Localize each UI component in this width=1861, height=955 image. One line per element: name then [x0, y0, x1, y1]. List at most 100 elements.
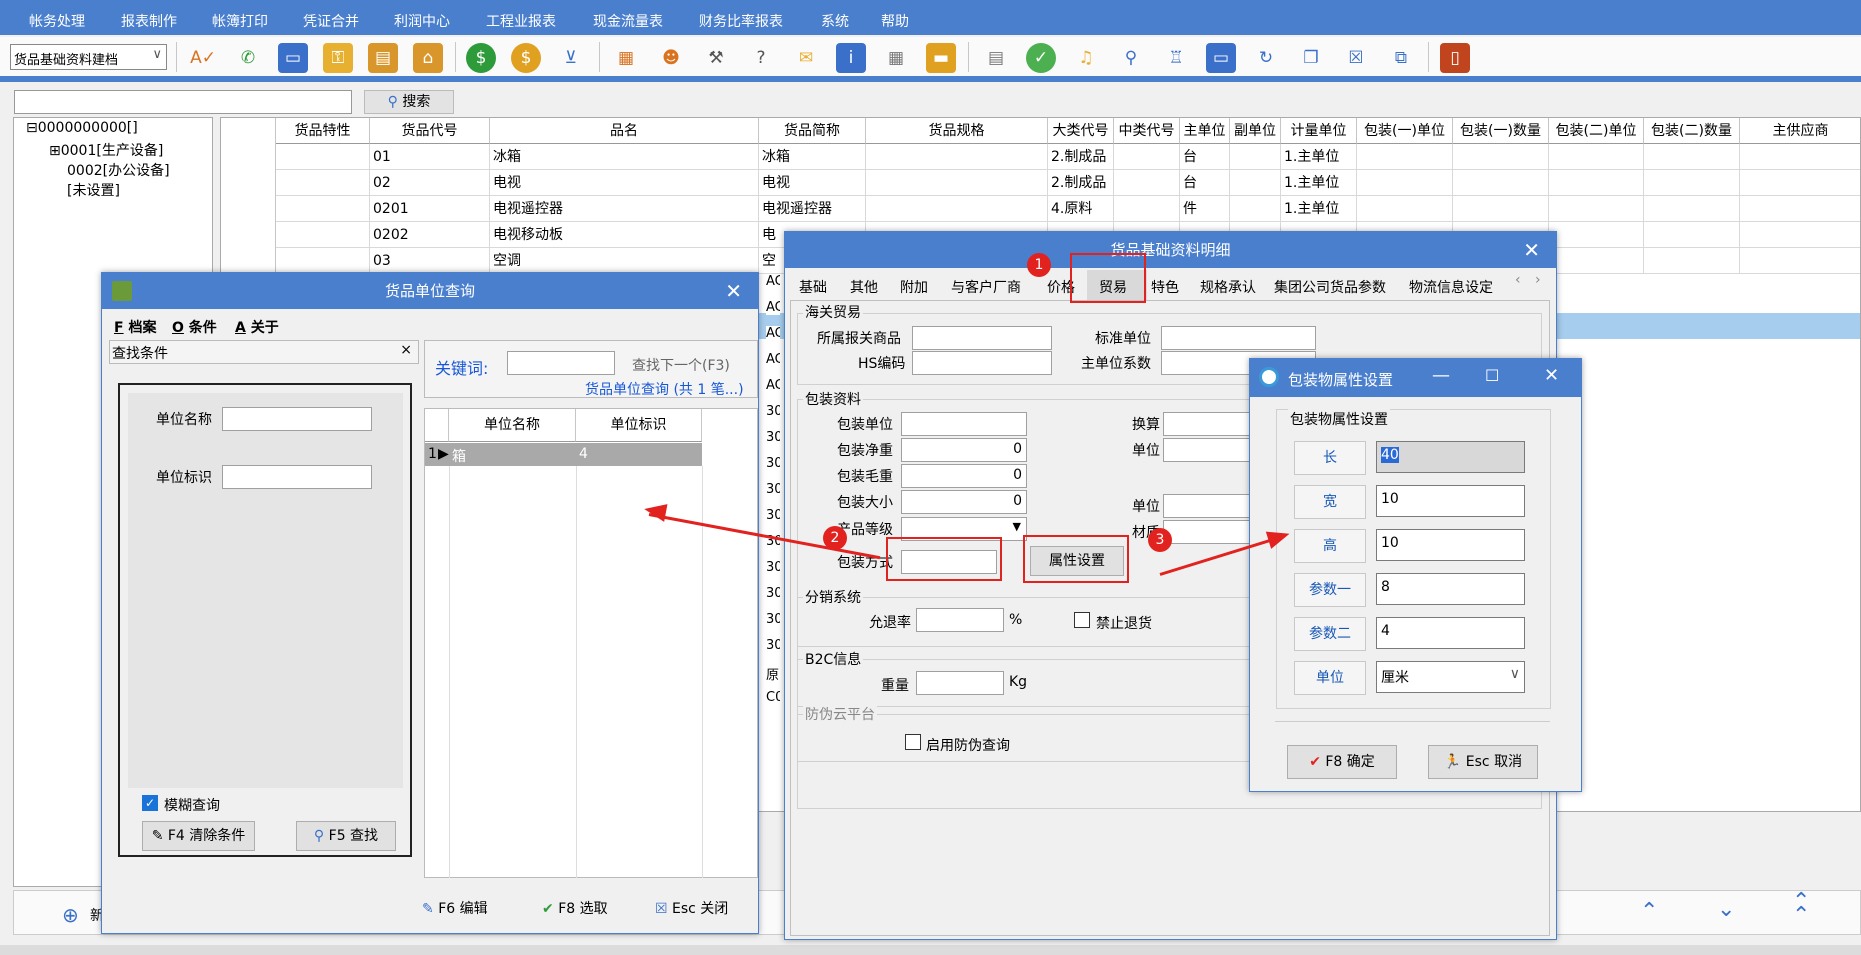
- cell-code[interactable]: 0202: [370, 222, 490, 248]
- find-button[interactable]: ⚲ F5 查找: [296, 821, 396, 851]
- help-doc-icon[interactable]: ?: [746, 43, 776, 73]
- field-height-label[interactable]: 高: [1294, 529, 1366, 563]
- cell-pack2-unit[interactable]: [1549, 222, 1644, 248]
- field-height-input[interactable]: 10: [1376, 529, 1525, 561]
- grid-header-pack1-qty[interactable]: 包装(一)数量: [1453, 118, 1549, 144]
- cell-pack2-qty[interactable]: [1644, 170, 1740, 196]
- grid-header-pack2-qty[interactable]: 包装(二)数量: [1644, 118, 1740, 144]
- cell-spec[interactable]: [866, 196, 1048, 222]
- clipboard-icon[interactable]: ▦: [611, 43, 641, 73]
- cell-sub-unit[interactable]: [1230, 170, 1281, 196]
- org-chart-icon[interactable]: ♖: [1161, 43, 1191, 73]
- field-length-label[interactable]: 长: [1294, 441, 1366, 475]
- mail-icon[interactable]: ✉: [791, 43, 821, 73]
- menu-item-profit-center[interactable]: 利润中心: [394, 11, 450, 31]
- users-icon[interactable]: ☻: [656, 43, 686, 73]
- cell-rownum[interactable]: 1: [221, 144, 276, 170]
- close-icon[interactable]: ✕: [1523, 232, 1540, 268]
- grid-header-main-supplier[interactable]: 主供应商: [1740, 118, 1860, 144]
- unit2-input[interactable]: [1163, 494, 1253, 518]
- field-param-one-input[interactable]: 8: [1376, 573, 1525, 605]
- menu-item-help[interactable]: 帮助: [881, 11, 909, 31]
- cell-category[interactable]: 2.制成品: [1048, 144, 1114, 170]
- field-param-two-input[interactable]: 4: [1376, 617, 1525, 649]
- tree-node-unset[interactable]: [未设置]: [67, 180, 120, 200]
- tab-scroll-left-icon[interactable]: ‹: [1515, 272, 1521, 288]
- material-input[interactable]: [1163, 520, 1253, 544]
- tab-features[interactable]: 特色: [1151, 277, 1179, 297]
- cell-pack2-qty[interactable]: [1644, 196, 1740, 222]
- money-bag-icon[interactable]: $: [511, 43, 541, 73]
- tools-icon[interactable]: ⚒: [701, 43, 731, 73]
- cell-spec[interactable]: [866, 144, 1048, 170]
- minimize-icon[interactable]: —: [1432, 365, 1450, 386]
- screen-icon[interactable]: ▭: [1206, 43, 1236, 73]
- menu-item-accounting[interactable]: 帐务处理: [29, 11, 85, 31]
- tab-basic[interactable]: 基础: [799, 277, 827, 297]
- menu-item-cashflow[interactable]: 现金流量表: [593, 11, 663, 31]
- cell-pack2-unit[interactable]: [1549, 196, 1644, 222]
- cell-property[interactable]: [276, 248, 370, 274]
- cell-name[interactable]: 电视遥控器: [490, 196, 759, 222]
- grid-header-category[interactable]: 大类代号: [1048, 118, 1114, 144]
- dialog-close-button[interactable]: ☒ Esc 关闭: [655, 898, 728, 918]
- cell-main-supplier[interactable]: [1740, 222, 1860, 248]
- cell-name[interactable]: 电视移动板: [490, 222, 759, 248]
- lock-icon[interactable]: ⚿: [323, 43, 353, 73]
- pack-unit-input[interactable]: [901, 412, 1027, 436]
- cell-category[interactable]: 4.原料: [1048, 196, 1114, 222]
- phone-icon[interactable]: ✆: [233, 43, 263, 73]
- return-rate-input[interactable]: [916, 608, 1004, 632]
- report-icon[interactable]: ▤: [981, 43, 1011, 73]
- select-button[interactable]: ✔ F8 选取: [542, 898, 608, 918]
- home-icon[interactable]: ⌂: [413, 43, 443, 73]
- field-param-two-label[interactable]: 参数二: [1294, 617, 1366, 651]
- search-input[interactable]: [14, 90, 352, 114]
- cell-main-supplier[interactable]: [1740, 144, 1860, 170]
- cell-short[interactable]: 电视遥控器: [759, 196, 866, 222]
- table-row[interactable]: 1 ▶ 箱 4: [425, 443, 702, 466]
- grid-header-short[interactable]: 货品简称: [759, 118, 866, 144]
- find-next-button[interactable]: 查找下一个(F3): [632, 355, 730, 375]
- cell-name[interactable]: 电视: [490, 170, 759, 196]
- pack-gross-input[interactable]: 0: [901, 464, 1027, 488]
- bell-icon[interactable]: ♫: [1071, 43, 1101, 73]
- menu-item-engineering-reports[interactable]: 工程业报表: [486, 11, 556, 31]
- cell-main-supplier[interactable]: [1740, 170, 1860, 196]
- cell-code[interactable]: 02: [370, 170, 490, 196]
- cell-main-supplier[interactable]: [1740, 196, 1860, 222]
- exit-door-icon[interactable]: ▯: [1440, 43, 1470, 73]
- cell-mid-category[interactable]: [1114, 196, 1180, 222]
- cascade-icon[interactable]: ⧉: [1386, 43, 1416, 73]
- cell-code[interactable]: 0201: [370, 196, 490, 222]
- close-icon[interactable]: ✕: [725, 273, 742, 309]
- cell-pack2-qty[interactable]: [1644, 144, 1740, 170]
- grid-header-measure-unit[interactable]: 计量单位: [1281, 118, 1357, 144]
- chevron-up-icon[interactable]: ⌃: [1640, 899, 1658, 924]
- tab-scroll-right-icon[interactable]: ›: [1535, 272, 1541, 288]
- cell-rownum[interactable]: 5: [221, 248, 276, 274]
- cell-measure-unit[interactable]: 1.主单位: [1281, 144, 1357, 170]
- cell-code[interactable]: 01: [370, 144, 490, 170]
- tab-customer-vendor[interactable]: 与客户厂商: [951, 277, 1021, 297]
- grid-header-pack2-unit[interactable]: 包装(二)单位: [1549, 118, 1644, 144]
- anti-fake-checkbox[interactable]: [905, 734, 921, 750]
- cancel-button[interactable]: 🏃 Esc 取消: [1428, 745, 1538, 779]
- restore-window-icon[interactable]: ❐: [1296, 43, 1326, 73]
- edit-button[interactable]: ✎ F6 编辑: [422, 898, 488, 918]
- unit-id-input[interactable]: [222, 465, 372, 489]
- monitor-icon[interactable]: ▭: [278, 43, 308, 73]
- cell-short[interactable]: 冰箱: [759, 144, 866, 170]
- info-icon[interactable]: i: [836, 43, 866, 73]
- clear-conditions-button[interactable]: ✎ F4 清除条件: [142, 821, 255, 851]
- tab-logistics[interactable]: 物流信息设定: [1409, 277, 1493, 297]
- cell-property[interactable]: [276, 144, 370, 170]
- chevron-down-icon[interactable]: ⌄: [1717, 897, 1735, 922]
- cell-property[interactable]: [276, 170, 370, 196]
- pack-net-input[interactable]: 0: [901, 438, 1027, 462]
- cell-pack1-qty[interactable]: [1453, 144, 1549, 170]
- tab-extra[interactable]: 附加: [900, 277, 928, 297]
- cell-pack1-unit[interactable]: [1357, 144, 1453, 170]
- spellcheck-icon[interactable]: A✓: [188, 43, 218, 73]
- std-unit-input[interactable]: [1161, 326, 1316, 350]
